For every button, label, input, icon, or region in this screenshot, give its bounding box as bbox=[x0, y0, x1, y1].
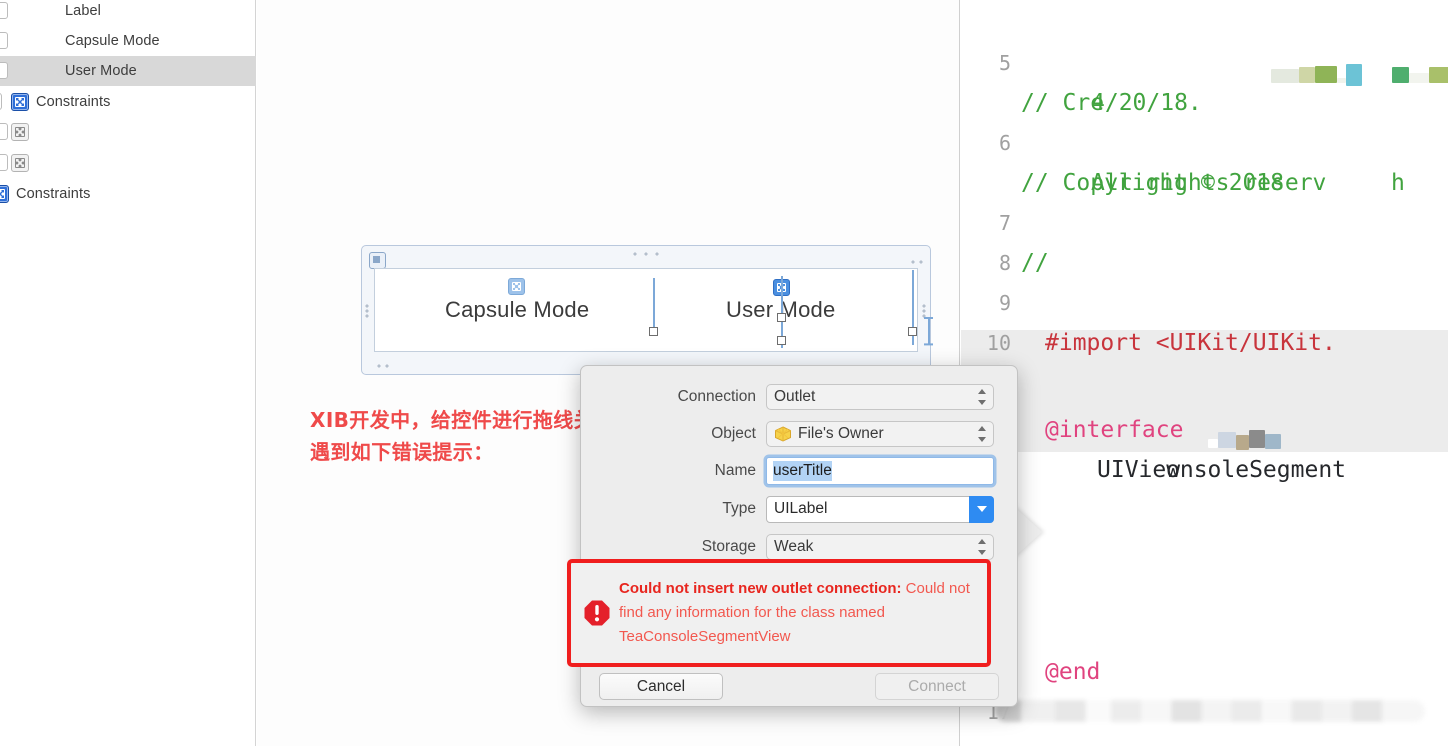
cancel-button[interactable]: Cancel bbox=[599, 673, 723, 700]
inner-view[interactable]: Capsule Mode User Mode bbox=[374, 268, 918, 352]
placeholder-icon bbox=[40, 2, 58, 20]
chevron-down-icon[interactable] bbox=[969, 495, 994, 523]
constraint-ibeam-right bbox=[924, 317, 933, 345]
error-message-box: Could not insert new outlet connection: … bbox=[567, 559, 991, 667]
sidebar-item-constraint-child-1[interactable] bbox=[0, 117, 256, 147]
app-root: Label Capsule Mode User Mode Constraints bbox=[0, 0, 1448, 746]
type-value: UILabel bbox=[774, 500, 828, 517]
source-code-editor[interactable]: 5 // Cre h 4/20/18. 6 // Copyright © 201… bbox=[961, 0, 1448, 746]
error-message-bold: Could not insert new outlet connection: bbox=[619, 580, 902, 597]
stepper-icon bbox=[978, 539, 987, 555]
row-type: Type UILabel bbox=[581, 490, 1019, 528]
row-name: Name userTitle bbox=[581, 452, 1019, 490]
constraints-icon bbox=[0, 185, 9, 203]
redacted-status-bar bbox=[995, 700, 1425, 722]
storage-select[interactable]: Weak bbox=[766, 534, 994, 560]
sidebar-item-constraints-2[interactable]: Constraints bbox=[0, 179, 256, 209]
label-storage: Storage bbox=[701, 538, 756, 555]
name-input[interactable]: userTitle bbox=[766, 457, 994, 485]
constraints-icon bbox=[11, 93, 29, 111]
constraint-icon bbox=[11, 123, 29, 141]
sidebar-item-label-text: Constraints bbox=[16, 186, 91, 202]
connection-select[interactable]: Outlet bbox=[766, 384, 994, 410]
resize-dots-bottom-left bbox=[376, 364, 390, 368]
sidebar-item-label-text: User Mode bbox=[65, 63, 137, 79]
sidebar-item-label-text: Label bbox=[65, 3, 101, 19]
connection-value: Outlet bbox=[774, 388, 816, 405]
label-connection: Connection bbox=[677, 388, 756, 405]
object-value: File's Owner bbox=[798, 425, 884, 442]
connect-button-label: Connect bbox=[908, 677, 966, 695]
connect-button[interactable]: Connect bbox=[875, 673, 999, 700]
placeholder-icon bbox=[40, 62, 58, 80]
sidebar-item-constraint-child-2[interactable] bbox=[0, 148, 256, 178]
object-select[interactable]: File's Owner bbox=[766, 421, 994, 447]
resize-grip-right[interactable] bbox=[922, 304, 927, 318]
outline-disclosure-stub bbox=[0, 32, 8, 49]
outlet-connection-popover[interactable]: Connection Outlet Object File's Owner Na… bbox=[567, 365, 1019, 707]
label-object: Object bbox=[711, 425, 756, 442]
view-frame[interactable]: Capsule Mode User Mode bbox=[361, 245, 933, 375]
document-outline-sidebar: Label Capsule Mode User Mode Constraints bbox=[0, 0, 256, 746]
label-name: Name bbox=[714, 462, 756, 479]
outline-disclosure-stub bbox=[0, 62, 8, 79]
row-object: Object File's Owner bbox=[581, 415, 1019, 453]
outline-disclosure-stub bbox=[0, 154, 8, 171]
stepper-icon bbox=[978, 389, 987, 405]
sidebar-item-label-text: Constraints bbox=[36, 94, 111, 110]
sidebar-item-capsule-mode[interactable]: Capsule Mode bbox=[0, 26, 256, 56]
error-message-text: Could not insert new outlet connection: … bbox=[619, 577, 987, 649]
resize-dots-top-right bbox=[910, 260, 924, 264]
cancel-button-label: Cancel bbox=[636, 677, 686, 695]
label-type: Type bbox=[722, 500, 756, 517]
sidebar-item-label[interactable]: Label bbox=[0, 0, 256, 26]
name-input-value: userTitle bbox=[773, 461, 832, 481]
view-badge-icon bbox=[369, 252, 386, 269]
selection-knob-right[interactable] bbox=[908, 327, 917, 336]
error-icon bbox=[583, 599, 611, 627]
selection-knob-middle[interactable] bbox=[649, 327, 658, 336]
stepper-icon bbox=[978, 426, 987, 442]
constraint-icon bbox=[11, 154, 29, 172]
placeholder-icon bbox=[40, 32, 58, 50]
outline-disclosure-stub bbox=[0, 123, 8, 140]
outline-disclosure-stub bbox=[0, 2, 8, 19]
constraint-badge-left[interactable] bbox=[508, 278, 525, 295]
resize-grip-left[interactable] bbox=[365, 304, 370, 318]
code-line-17[interactable]: 17 bbox=[961, 652, 1448, 746]
row-connection: Connection Outlet bbox=[581, 378, 1019, 416]
selection-knob-top[interactable] bbox=[777, 313, 786, 322]
segment-label-capsule-mode[interactable]: Capsule Mode bbox=[445, 297, 589, 323]
sidebar-item-user-mode[interactable]: User Mode bbox=[0, 56, 256, 86]
resize-dots-top bbox=[632, 252, 660, 256]
files-owner-cube-icon bbox=[774, 426, 792, 442]
sidebar-item-constraints-1[interactable]: Constraints bbox=[0, 87, 256, 117]
storage-value: Weak bbox=[774, 538, 814, 555]
selection-knob-bottom[interactable] bbox=[777, 336, 786, 345]
sidebar-item-label-text: Capsule Mode bbox=[65, 33, 160, 49]
outline-disclosure-stub bbox=[0, 93, 2, 110]
type-combobox[interactable]: UILabel bbox=[766, 495, 994, 523]
